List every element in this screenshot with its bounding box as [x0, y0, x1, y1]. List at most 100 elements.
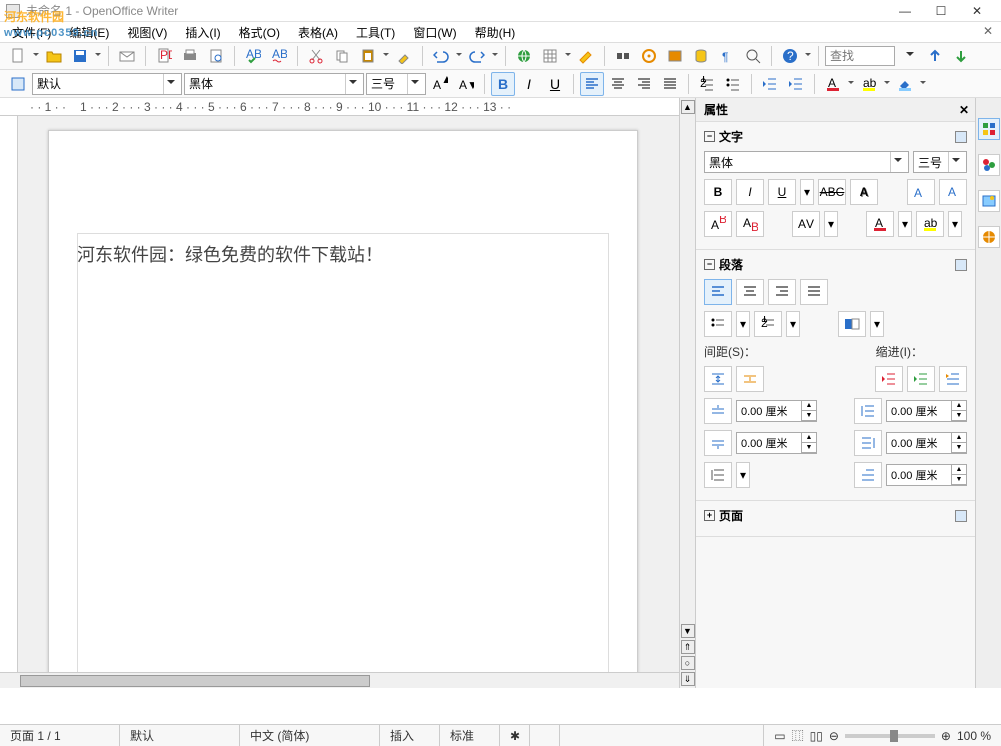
vertical-ruler[interactable]: [0, 116, 18, 672]
sb-highlight-button[interactable]: ab: [916, 211, 944, 237]
sb-italic-button[interactable]: I: [736, 179, 764, 205]
scroll-down-icon[interactable]: ▼: [681, 624, 695, 638]
copy-button[interactable]: [330, 44, 354, 68]
sb-space-dec-button[interactable]: [736, 366, 764, 392]
table-dropdown[interactable]: [564, 44, 572, 68]
menubar-close-icon[interactable]: ✕: [983, 24, 993, 38]
font-size-combo[interactable]: 三号: [366, 73, 426, 95]
new-button[interactable]: [6, 44, 30, 68]
sb-superscript-button[interactable]: AB: [704, 211, 732, 237]
pdf-export-button[interactable]: PDF: [152, 44, 176, 68]
bgcolor-dropdown[interactable]: [919, 72, 927, 96]
tab-navigator[interactable]: [978, 190, 1000, 212]
section-para-toggle[interactable]: −: [704, 259, 715, 270]
section-para-more-icon[interactable]: [955, 259, 967, 271]
sb-underline-dropdown[interactable]: ▾: [800, 179, 814, 205]
grow-font-button[interactable]: A▲: [428, 72, 452, 96]
menu-edit[interactable]: 编辑(E): [63, 22, 115, 43]
sb-shadow-button[interactable]: A: [850, 179, 878, 205]
status-language[interactable]: 中文 (简体): [240, 725, 380, 746]
sidebar-close-icon[interactable]: ✕: [959, 103, 969, 117]
status-style[interactable]: 默认: [120, 725, 240, 746]
find-dropdown[interactable]: [897, 44, 921, 68]
undo-dropdown[interactable]: [455, 44, 463, 68]
underline-button[interactable]: U: [543, 72, 567, 96]
redo-dropdown[interactable]: [491, 44, 499, 68]
menu-tools[interactable]: 工具(T): [350, 22, 401, 43]
section-text-toggle[interactable]: −: [704, 131, 715, 142]
bold-button[interactable]: B: [491, 72, 515, 96]
sb-firstline-indent-button[interactable]: [939, 366, 967, 392]
sb-align-right-button[interactable]: [768, 279, 796, 305]
sb-linespacing-button[interactable]: [704, 462, 732, 488]
draw-button[interactable]: [574, 44, 598, 68]
hyperlink-button[interactable]: [512, 44, 536, 68]
nav-target-icon[interactable]: ○: [681, 656, 695, 670]
datasources-button[interactable]: [689, 44, 713, 68]
sb-space-above-spin[interactable]: ▲▼: [736, 400, 817, 422]
section-page-more-icon[interactable]: [955, 510, 967, 522]
tab-properties[interactable]: [978, 118, 1000, 140]
page-down-icon[interactable]: ⇓: [681, 672, 695, 686]
spellcheck-button[interactable]: ABC: [241, 44, 265, 68]
menu-window[interactable]: 窗口(W): [407, 22, 462, 43]
font-color-button[interactable]: A: [821, 72, 845, 96]
zoom-value[interactable]: 100 %: [957, 729, 991, 743]
cut-button[interactable]: [304, 44, 328, 68]
paste-button[interactable]: [356, 44, 380, 68]
status-insert-mode[interactable]: 插入: [380, 725, 440, 746]
sb-number-dropdown[interactable]: ▾: [786, 311, 800, 337]
find-replace-button[interactable]: [611, 44, 635, 68]
sb-bullet-button[interactable]: [704, 311, 732, 337]
find-next-button[interactable]: [949, 44, 973, 68]
italic-button[interactable]: I: [517, 72, 541, 96]
open-button[interactable]: [42, 44, 66, 68]
bullet-list-button[interactable]: [721, 72, 745, 96]
menu-format[interactable]: 格式(O): [233, 22, 286, 43]
status-selection-mode[interactable]: 标准: [440, 725, 500, 746]
minimize-button[interactable]: ―: [887, 0, 923, 22]
sb-align-justify-button[interactable]: [800, 279, 828, 305]
navigator-button[interactable]: [637, 44, 661, 68]
sb-charspace-button[interactable]: AV: [792, 211, 820, 237]
sb-indent-right-spin[interactable]: ▲▼: [886, 432, 967, 454]
nonprinting-button[interactable]: ¶: [715, 44, 739, 68]
sb-space-inc-button[interactable]: [704, 366, 732, 392]
sb-indent-inc-button[interactable]: [907, 366, 935, 392]
view-singlepage-icon[interactable]: ▭: [774, 729, 785, 743]
styles-window-button[interactable]: [6, 72, 30, 96]
view-book-icon[interactable]: ▯▯: [810, 729, 823, 743]
paste-dropdown[interactable]: [382, 44, 390, 68]
sb-highlight-dropdown[interactable]: ▾: [948, 211, 962, 237]
menu-help[interactable]: 帮助(H): [469, 22, 522, 43]
sb-parabg-button[interactable]: [838, 311, 866, 337]
section-text-more-icon[interactable]: [955, 131, 967, 143]
horizontal-scrollbar[interactable]: [0, 672, 679, 688]
page-up-icon[interactable]: ⇑: [681, 640, 695, 654]
sb-indent-left-spin[interactable]: ▲▼: [886, 400, 967, 422]
sb-bullet-dropdown[interactable]: ▾: [736, 311, 750, 337]
highlight-dropdown[interactable]: [883, 72, 891, 96]
zoom-button[interactable]: [741, 44, 765, 68]
status-signature-icon[interactable]: [530, 725, 560, 746]
zoom-slider[interactable]: [845, 734, 935, 738]
align-center-button[interactable]: [606, 72, 630, 96]
sb-align-left-button[interactable]: [704, 279, 732, 305]
table-button[interactable]: [538, 44, 562, 68]
shrink-font-button[interactable]: A▼: [454, 72, 478, 96]
sb-parabg-dropdown[interactable]: ▾: [870, 311, 884, 337]
tab-gallery[interactable]: [978, 154, 1000, 176]
vertical-scrollbar[interactable]: ▲ ▼ ⇑ ○ ⇓: [679, 98, 695, 688]
highlight-button[interactable]: ab: [857, 72, 881, 96]
align-justify-button[interactable]: [658, 72, 682, 96]
status-page[interactable]: 页面 1 / 1: [0, 725, 120, 746]
new-dropdown[interactable]: [32, 44, 40, 68]
zoom-out-icon[interactable]: ⊖: [829, 729, 839, 743]
help-button[interactable]: ?: [778, 44, 802, 68]
paragraph-style-combo[interactable]: 默认: [32, 73, 182, 95]
menu-table[interactable]: 表格(A): [292, 22, 344, 43]
sb-underline-button[interactable]: U: [768, 179, 796, 205]
sb-indent-dec-button[interactable]: [875, 366, 903, 392]
sb-align-center-button[interactable]: [736, 279, 764, 305]
sb-subscript-button[interactable]: AB: [736, 211, 764, 237]
